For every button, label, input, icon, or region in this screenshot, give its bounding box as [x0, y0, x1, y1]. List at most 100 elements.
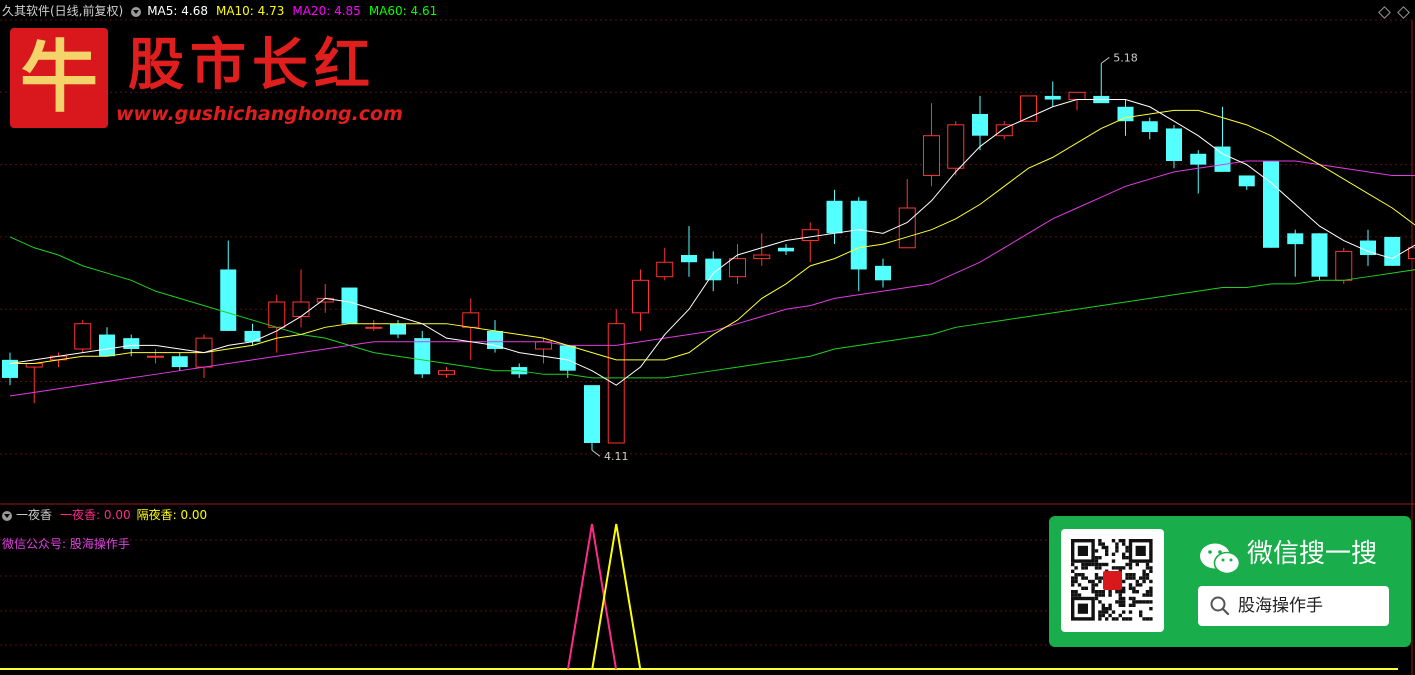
candle-body [123, 338, 140, 349]
candle-body [607, 323, 625, 444]
qr-module [1142, 573, 1146, 577]
qr-module [1074, 566, 1078, 570]
qr-finder [1077, 603, 1088, 614]
qr-module [1128, 583, 1133, 587]
qr-module [1105, 610, 1109, 614]
wechat-search-title: 微信搜一搜 [1247, 539, 1378, 569]
candle-body [99, 334, 115, 357]
sub-chart-header: 一夜香 一夜香: 0.00 隔夜香: 0.00 [0, 505, 213, 525]
qr-module [1122, 586, 1126, 590]
qr-module [1074, 573, 1078, 577]
qr-module [1115, 549, 1119, 553]
qr-module [1135, 590, 1139, 594]
qr-module [1091, 590, 1095, 594]
qr-center-logo [1103, 571, 1122, 590]
candle-body [972, 114, 988, 136]
qr-module [1094, 583, 1099, 587]
qr-module [1122, 600, 1126, 604]
qr-module [1149, 607, 1153, 611]
qr-module [1128, 603, 1133, 607]
watermark-logo: 牛 股市长红 www.gushichanghong.com [10, 28, 403, 133]
qr-module [1125, 549, 1129, 553]
qr-module [1149, 617, 1153, 621]
chart-header: 久其软件(日线,前复权) MA5: 4.68 MA10: 4.73 MA20: 4.8… [0, 0, 1415, 22]
qr-module [1128, 576, 1133, 580]
candle-body [801, 229, 819, 242]
candle-body [850, 200, 867, 270]
qr-module [1081, 566, 1085, 570]
qr-module [1071, 579, 1075, 584]
candle-body [74, 323, 92, 350]
candle-body [729, 258, 746, 278]
candle-body [826, 200, 843, 234]
qr-module [1125, 545, 1129, 550]
ma-legend-item: MA10: 4.73 [215, 4, 285, 18]
qr-module [1105, 617, 1109, 621]
candle-body [390, 323, 406, 335]
sub-chart-name: 一夜香 [16, 508, 53, 522]
qr-module [1094, 590, 1099, 594]
qr-module [1125, 573, 1129, 577]
qr-module [1111, 617, 1116, 621]
candle-body [898, 207, 916, 249]
qr-module [1108, 593, 1112, 597]
qr-module [1088, 562, 1092, 567]
qr-module [1135, 579, 1139, 584]
qr-module [1149, 569, 1153, 573]
qr-module [1115, 545, 1119, 550]
price-marker-line [1100, 56, 1110, 64]
qr-module [1132, 590, 1136, 594]
qr-module [1077, 593, 1082, 597]
candle-body [25, 362, 43, 368]
qr-module [1149, 600, 1153, 604]
qr-module [1111, 559, 1116, 563]
qr-module [1094, 576, 1099, 580]
candle-body [656, 261, 674, 278]
candle-body [438, 370, 455, 375]
qr-module [1145, 593, 1150, 597]
qr-module [1098, 566, 1102, 570]
candle-body [292, 301, 310, 317]
qr-module [1118, 613, 1122, 618]
dropdown-icon[interactable] [131, 6, 142, 17]
qr-module [1145, 566, 1150, 570]
qr-module [1074, 590, 1078, 594]
qr-module [1122, 539, 1126, 543]
qr-module [1132, 573, 1136, 577]
candle-body [414, 338, 431, 375]
qr-module [1111, 552, 1116, 556]
qr-module [1149, 586, 1153, 590]
qr-module [1091, 586, 1095, 590]
ma-legend-item: MA20: 4.85 [292, 4, 361, 18]
qr-module [1071, 583, 1075, 587]
candle-body [1117, 106, 1134, 122]
qr-module [1125, 556, 1129, 560]
qr-module [1135, 583, 1139, 587]
qr-module [1115, 566, 1119, 570]
qr-module [1111, 610, 1116, 614]
candle-body [1311, 233, 1328, 277]
qr-module [1128, 562, 1133, 567]
qr-module [1118, 593, 1122, 597]
price-marker-label: 4.11 [604, 450, 629, 463]
qr-module [1149, 566, 1153, 570]
qr-module [1128, 566, 1133, 570]
candle-body [1287, 233, 1304, 245]
candle-body [341, 287, 358, 324]
search-icon [1210, 596, 1230, 616]
wechat-search-box[interactable]: 股海操作手 [1198, 586, 1389, 626]
qr-module [1122, 566, 1126, 570]
qr-module [1101, 545, 1105, 550]
qr-module [1094, 549, 1099, 553]
sub-dropdown-icon[interactable] [2, 510, 12, 521]
qr-module [1081, 576, 1085, 580]
qr-module [1125, 576, 1129, 580]
ma-legend: MA5: 4.68 MA10: 4.73 MA20: 4.85 MA60: 4.61 [147, 4, 445, 18]
qr-module [1081, 562, 1085, 567]
qr-module [1105, 545, 1109, 550]
qr-module [1101, 610, 1105, 614]
logo-char: 牛 [19, 32, 98, 123]
qr-module [1091, 562, 1095, 567]
candle-body [778, 247, 794, 252]
qr-module [1081, 573, 1085, 577]
